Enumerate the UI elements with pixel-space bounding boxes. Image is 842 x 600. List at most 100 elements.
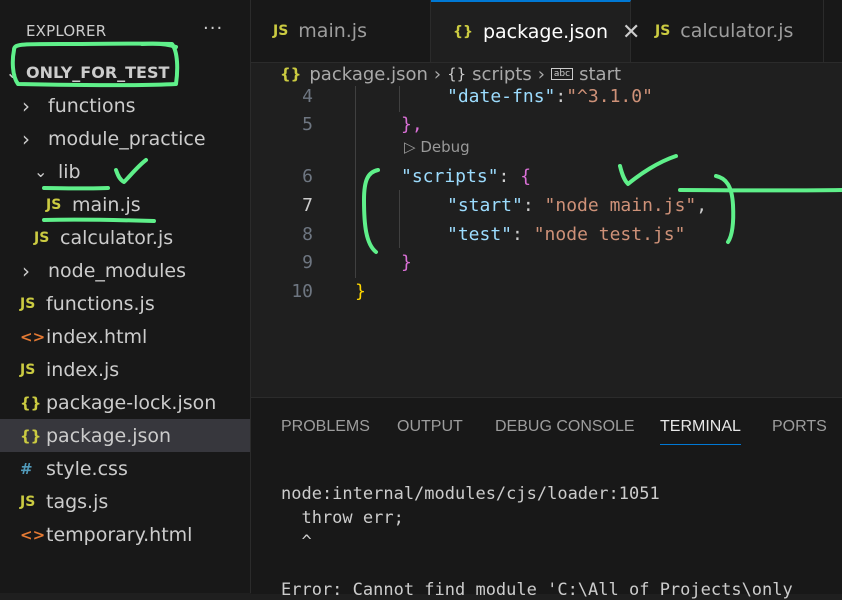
tree-item-style-css[interactable]: # style.css [0, 452, 250, 485]
tree-item-label: module_practice [48, 128, 206, 150]
tree-item-label: lib [58, 161, 81, 183]
play-icon: ▷ [404, 138, 416, 156]
codelens-debug[interactable]: ▷ Debug [404, 138, 470, 156]
json-string: "node test.js" [534, 224, 686, 245]
tree-item-functions[interactable]: › functions [0, 89, 250, 122]
terminal-line: throw err; [281, 508, 404, 528]
html-file-icon: <> [20, 526, 46, 544]
terminal-line: ^ [281, 532, 312, 552]
tree-item-label: package.json [46, 425, 171, 447]
more-actions-icon[interactable]: ··· [203, 18, 223, 39]
breadcrumb: {} package.json › {} scripts › abc start [280, 62, 621, 86]
breadcrumb-symbol-start[interactable]: start [579, 64, 621, 85]
terminal-line: node:internal/modules/cjs/loader:1051 [281, 484, 660, 504]
tree-item-index-html[interactable]: <> index.html [0, 320, 250, 353]
chevron-right-icon: › [22, 127, 48, 151]
tree-item-node-modules[interactable]: › node_modules [0, 254, 250, 287]
tree-item-temporary-html[interactable]: <> temporary.html [0, 518, 250, 551]
chevron-right-icon: › [434, 64, 441, 85]
tree-item-functions-js[interactable]: JS functions.js [0, 287, 250, 320]
tab-ports[interactable]: PORTS [772, 418, 827, 436]
chevron-down-icon: ⌄ [6, 63, 26, 82]
punctuation: : [499, 166, 521, 187]
css-file-icon: # [20, 460, 46, 478]
tree-item-label: package-lock.json [46, 392, 216, 414]
tree-item-label: style.css [46, 458, 128, 480]
tree-item-label: index.html [46, 326, 147, 348]
json-string: "^3.1.0" [566, 86, 653, 107]
bottom-panel: PROBLEMS OUTPUT DEBUG CONSOLE TERMINAL P… [251, 397, 842, 594]
tree-item-package-lock-json[interactable]: {} package-lock.json [0, 386, 250, 419]
explorer-title: EXPLORER [26, 22, 106, 40]
code-line-7: "start": "node main.js", [447, 195, 707, 216]
indent-guide [355, 86, 356, 278]
indent-guide [399, 86, 400, 112]
tab-debug-console[interactable]: DEBUG CONSOLE [495, 418, 635, 436]
explorer-root-folder[interactable]: ⌄ ONLY_FOR_TEST [0, 56, 250, 89]
tab-label: package.json [483, 21, 608, 43]
tab-main-js[interactable]: JS main.js [251, 0, 431, 62]
chevron-down-icon: ⌄ [34, 162, 58, 181]
line-number: 9 [251, 252, 313, 273]
line-number: 8 [251, 224, 313, 245]
line-number: 5 [251, 114, 313, 135]
tree-item-label: main.js [72, 194, 141, 216]
js-file-icon: JS [655, 23, 670, 39]
json-file-icon: {} [453, 24, 473, 40]
tree-item-label: functions [48, 95, 136, 117]
js-file-icon: JS [34, 230, 60, 246]
tree-item-label: temporary.html [46, 524, 192, 546]
json-file-icon: {} [20, 427, 46, 445]
line-number: 4 [251, 86, 313, 107]
tree-item-calculator-js[interactable]: JS calculator.js [0, 221, 250, 254]
terminal-line: Error: Cannot find module 'C:\All of Pro… [281, 580, 793, 600]
tree-item-lib[interactable]: ⌄ lib [0, 155, 250, 188]
code-line-9: } [401, 252, 412, 273]
codelens-label: Debug [420, 138, 469, 156]
js-file-icon: JS [46, 197, 72, 213]
breadcrumb-symbol-scripts[interactable]: scripts [472, 64, 532, 85]
tab-calculator-js[interactable]: JS calculator.js [631, 0, 824, 62]
tab-label: main.js [298, 20, 367, 42]
chevron-right-icon: › [22, 259, 48, 283]
json-string: "node main.js" [545, 195, 697, 216]
tree-item-package-json[interactable]: {} package.json [0, 419, 250, 452]
js-file-icon: JS [20, 362, 46, 378]
code-line-6: "scripts": { [401, 166, 531, 187]
breadcrumb-file[interactable]: package.json [309, 64, 428, 85]
tab-terminal[interactable]: TERMINAL [660, 418, 741, 445]
object-symbol-icon: {} [447, 65, 466, 83]
tree-item-index-js[interactable]: JS index.js [0, 353, 250, 386]
root-folder-label: ONLY_FOR_TEST [26, 63, 169, 82]
editor-tab-bar: JS main.js {} package.json ✕ JS calculat… [251, 0, 842, 63]
code-line-4: "date-fns":"^3.1.0" [447, 86, 653, 107]
indent-guide [399, 190, 400, 248]
html-file-icon: <> [20, 328, 46, 346]
line-number: 10 [251, 281, 313, 302]
tree-item-main-js[interactable]: JS main.js [0, 188, 250, 221]
tree-item-label: functions.js [46, 293, 155, 315]
tab-problems[interactable]: PROBLEMS [281, 418, 370, 436]
tab-label: calculator.js [680, 20, 793, 42]
code-editor[interactable]: 4 "date-fns":"^3.1.0" 5 }, ▷ Debug 6 "sc… [251, 86, 842, 396]
punctuation: , [696, 195, 707, 216]
tree-item-module-practice[interactable]: › module_practice [0, 122, 250, 155]
json-key: "start" [447, 195, 523, 216]
json-file-icon: {} [280, 65, 301, 83]
explorer-sidebar: EXPLORER ··· ⌄ ONLY_FOR_TEST › functions… [0, 0, 251, 593]
punctuation: : [523, 195, 545, 216]
js-file-icon: JS [273, 23, 288, 39]
js-file-icon: JS [20, 296, 46, 312]
punctuation: : [512, 224, 534, 245]
tree-item-tags-js[interactable]: JS tags.js [0, 485, 250, 518]
punctuation: : [555, 86, 566, 107]
tree-item-label: tags.js [46, 491, 108, 513]
string-symbol-icon: abc [551, 68, 573, 80]
code-line-5: }, [401, 114, 423, 135]
tree-item-label: calculator.js [60, 227, 173, 249]
tab-output[interactable]: OUTPUT [397, 418, 463, 436]
tab-package-json[interactable]: {} package.json ✕ [431, 0, 631, 62]
line-number: 6 [251, 166, 313, 187]
tree-item-label: node_modules [48, 260, 186, 282]
line-number: 7 [251, 195, 313, 216]
